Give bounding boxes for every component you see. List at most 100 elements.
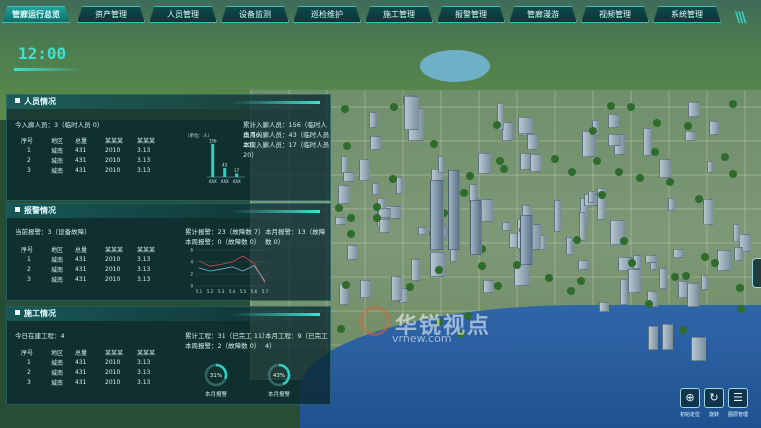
building [702,198,714,226]
alarm-current: 当前报警：3（设备故障） [15,228,91,236]
building [691,337,707,361]
table-header-row: 序号 地区 总量 某某某 某某某 [21,244,167,254]
bar-value-label: 156 [209,139,217,144]
cell: 3.13 [137,378,151,386]
col-header: 总量 [75,349,88,357]
cell: 2010 [105,166,121,174]
col-header: 序号 [21,246,34,254]
cell: 431 [75,358,87,366]
tab-overview[interactable]: 管廊运行总览 [2,6,70,23]
donut-chart-month-alarm-2: 43% [267,363,291,387]
table-row[interactable]: 1 城南 431 2010 3.13 [21,357,167,367]
table-row[interactable]: 1 城南 431 2010 3.13 [21,254,167,264]
construction-table: 序号 地区 总量 某某某 某某某 1 城南 431 2010 3.13 2 城南… [21,347,167,387]
bar [223,167,227,177]
tree [568,167,576,176]
bar [211,144,215,177]
tree [388,174,397,183]
table-row[interactable]: 3 城南 431 2010 3.13 [21,377,167,387]
panel-header-accent [230,313,320,316]
layers-icon[interactable]: ☰ [728,388,748,408]
construction-total: 累计工程：31（已完工 11） [185,332,269,340]
tab-assets[interactable]: 资产管理 [77,6,145,23]
cell: 2 [27,156,31,164]
building [578,260,590,270]
table-row[interactable]: 2 城南 431 2010 3.13 [21,367,167,377]
building [335,216,346,225]
alarm-line-chart: 0 2 4 6 5.1 5.2 5.3 5.4 5.5 5.6 5.7 [190,248,269,294]
col-header: 某某某 [137,246,156,254]
building [734,247,744,262]
donut-value: 31% [210,373,222,379]
col-header: 地区 [51,246,64,254]
cell: 城南 [51,266,64,274]
tab-system[interactable]: 系统管理 [653,6,721,23]
tab-devices[interactable]: 设备监测 [221,6,289,23]
cell: 3.13 [137,166,151,174]
table-row[interactable]: 2 城南 431 2010 3.13 [21,264,167,274]
rotate-icon[interactable]: ↻ [704,388,724,408]
tab-construction[interactable]: 施工管理 [365,6,433,23]
building [661,323,674,350]
tree [684,121,692,130]
cell: 3.13 [137,146,151,154]
tree [588,127,597,136]
building [379,219,390,233]
cell: 2010 [105,358,121,366]
tab-video[interactable]: 视频管理 [581,6,649,23]
series-line [198,265,266,282]
table-row[interactable]: 2 城南 431 2010 3.13 [21,155,167,165]
tree [619,236,628,245]
tree [335,203,343,212]
tree [372,202,381,211]
bar-category-label: XXX [209,179,217,184]
right-panel-handle[interactable] [752,258,761,288]
cell: 431 [75,368,87,376]
building [607,114,619,129]
donut-label: 本月报警 [204,392,227,398]
tab-inspection[interactable]: 巡检维护 [293,6,361,23]
table-row[interactable]: 3 城南 431 2010 3.13 [21,274,167,284]
tree [652,119,661,128]
y-tick-label: 4 [190,260,193,265]
tree [681,271,690,280]
tab-alarms[interactable]: 报警管理 [437,6,505,23]
top-navigation: 管廊运行总览 资产管理 人员管理 设备监测 巡检维护 施工管理 报警管理 管廊漫… [0,6,761,26]
cell: 1 [27,146,31,154]
cell: 3.13 [137,368,151,376]
cell: 2010 [105,265,121,273]
panel-header-accent [230,210,320,213]
cell: 2010 [105,378,121,386]
bar [235,173,239,177]
cell: 城南 [51,369,64,377]
tree [492,120,501,129]
cell: 431 [75,378,87,386]
tree [606,101,615,110]
building [340,156,348,173]
y-tick-label: 6 [190,248,193,253]
clock-underline [14,68,82,71]
panel-header-accent [230,101,320,104]
table-row[interactable]: 3 城南 431 2010 3.13 [21,165,167,175]
tab-personnel[interactable]: 人员管理 [149,6,217,23]
tree [710,258,719,267]
cell: 城南 [51,379,64,387]
series-line [198,255,266,284]
tree [347,229,356,238]
building [673,248,685,258]
alarm-panel: 报警情况 当前报警：3（设备故障） 序号 地区 总量 某某某 某某某 1 城南 … [6,203,332,301]
building [369,112,378,128]
col-header: 某某某 [105,137,124,145]
tab-roaming[interactable]: 管廊漫游 [509,6,577,23]
donut-value: 43% [273,373,285,379]
table-row[interactable]: 1 城南 431 2010 3.13 [21,145,167,155]
cell: 城南 [51,167,64,175]
x-tick-label: 5.2 [207,289,214,294]
tree [671,272,680,281]
building [347,245,358,260]
col-header: 某某某 [137,137,156,145]
cell: 2010 [105,255,121,263]
target-icon[interactable]: ⊕ [680,388,700,408]
building [360,280,371,299]
alarm-total: 累计报警：23（故障数 7） [185,228,265,236]
